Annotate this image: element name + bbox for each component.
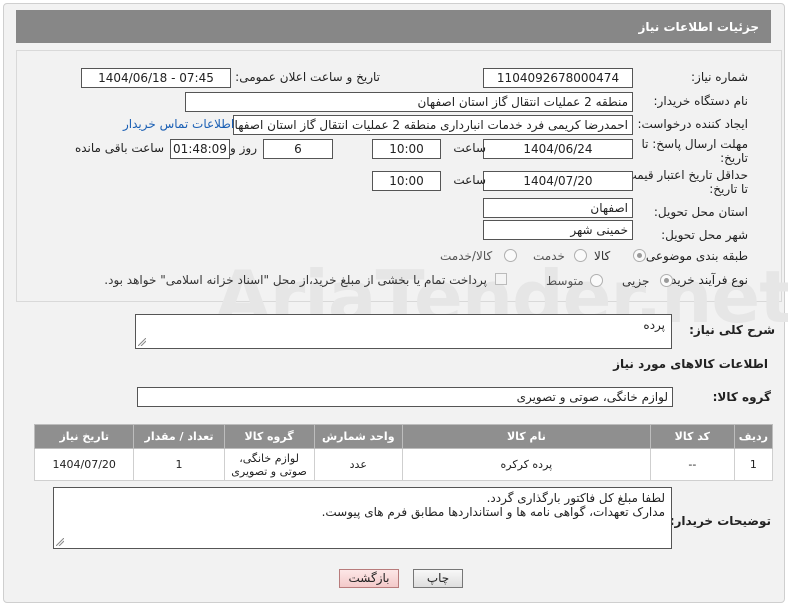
goods-group-field: لوازم خانگی، صوتی و تصویری (137, 387, 673, 407)
description-textarea[interactable]: پرده (135, 314, 672, 349)
process-radio-minor[interactable] (660, 274, 673, 287)
cell-row: 1 (733, 448, 774, 481)
goods-section-title: اطلاعات کالاهای مورد نیاز (613, 357, 768, 371)
deadline-date-field: 1404/06/24 (483, 139, 633, 159)
requester-label: ایجاد کننده درخواست: (637, 117, 748, 131)
col-date: تاریخ نیاز (33, 424, 135, 449)
city-label: شهر محل تحویل: (661, 228, 748, 242)
buyer-contact-link[interactable]: اطلاعات تماس خریدار (123, 117, 234, 131)
process-radio-medium[interactable] (590, 274, 603, 287)
process-label: نوع فرآیند خرید : (663, 273, 748, 287)
buyer-org-label: نام دستگاه خریدار: (653, 94, 749, 108)
price-validity-time-field: 10:00 (372, 171, 441, 191)
cell-code: -- (649, 448, 735, 481)
buyer-notes-label: توضیحات خریدار: (669, 514, 771, 528)
treasury-checkbox-label: پرداخت تمام یا بخشی از مبلغ خرید،از محل … (104, 273, 487, 287)
col-unit: واحد شمارش (313, 424, 403, 449)
col-group: گروه کالا (223, 424, 315, 449)
goods-table-header: ردیف کد کالا نام کالا واحد شمارش گروه کا… (33, 424, 774, 449)
process-option-medium: متوسط (546, 274, 584, 288)
category-option-service: خدمت (533, 249, 565, 263)
province-label: استان محل تحویل: (653, 205, 748, 219)
province-field: اصفهان (483, 198, 633, 218)
need-number-label: شماره نیاز: (691, 70, 748, 84)
page-title: جزئیات اطلاعات نیاز (638, 19, 759, 34)
resize-grip-icon[interactable] (138, 338, 146, 346)
category-radio-service[interactable] (574, 249, 587, 262)
resize-grip-icon[interactable] (56, 538, 64, 546)
page-header: جزئیات اطلاعات نیاز (16, 10, 771, 43)
category-radio-goods-service[interactable] (504, 249, 517, 262)
deadline-days-field: 6 (263, 139, 333, 159)
announce-date-label: تاریخ و ساعت اعلان عمومی: (235, 70, 380, 84)
deadline-time-field: 10:00 (372, 139, 441, 159)
remaining-time-label: ساعت باقی مانده (74, 141, 164, 155)
deadline-label: مهلت ارسال پاسخ: تا تاریخ: (641, 137, 748, 165)
cell-date: 1404/07/20 (33, 448, 135, 481)
category-label: طبقه بندی موضوعی: (641, 249, 748, 263)
back-button[interactable]: بازگشت (339, 569, 399, 588)
category-radio-goods[interactable] (633, 249, 646, 262)
price-validity-date-field: 1404/07/20 (483, 171, 633, 191)
col-row: ردیف (733, 424, 774, 449)
col-code: کد کالا (649, 424, 735, 449)
buyer-notes-textarea[interactable]: لطفا مبلغ کل فاکتور بارگذاری گردد. مدارک… (53, 487, 672, 549)
cell-qty: 1 (133, 448, 225, 481)
deadline-days-label: روز و (230, 141, 257, 155)
buyer-org-field: منطقه 2 عملیات انتقال گاز استان اصفهان (185, 92, 633, 112)
cell-group: لوازم خانگی، صوتی و تصویری (223, 448, 315, 481)
cell-name: پرده کرکره (401, 448, 651, 481)
cell-unit: عدد (313, 448, 403, 481)
treasury-checkbox[interactable] (495, 273, 507, 285)
goods-table: ردیف کد کالا نام کالا واحد شمارش گروه کا… (33, 424, 774, 481)
announce-date-field: 1404/06/18 - 07:45 (81, 68, 231, 88)
category-option-goods-service: کالا/خدمت (440, 249, 493, 263)
description-text: پرده (643, 318, 665, 332)
price-validity-time-label: ساعت (453, 173, 486, 187)
goods-group-label: گروه کالا: (712, 390, 771, 404)
need-number-field: 1104092678000474 (483, 68, 633, 88)
remaining-time-field: 01:48:09 (170, 139, 230, 159)
table-row: 1 -- پرده کرکره عدد لوازم خانگی، صوتی و … (33, 448, 774, 481)
description-label: شرح کلی نیاز: (689, 323, 775, 337)
price-validity-label: حداقل تاریخ اعتبار قیمت: تا تاریخ: (621, 168, 748, 196)
category-option-goods: کالا (594, 249, 611, 263)
col-qty: تعداد / مقدار (133, 424, 225, 449)
buyer-notes-line-1: لطفا مبلغ کل فاکتور بارگذاری گردد. (486, 491, 665, 505)
buyer-notes-line-2: مدارک تعهدات، گواهی نامه ها و استاندارده… (321, 505, 665, 519)
deadline-time-label: ساعت (453, 141, 486, 155)
process-option-minor: جزیی (622, 274, 650, 288)
requester-field: احمدرضا کریمی فرد خدمات انبارداری منطقه … (233, 115, 633, 135)
city-field: خمینی شهر (483, 220, 633, 240)
print-button[interactable]: چاپ (413, 569, 463, 588)
col-name: نام کالا (401, 424, 651, 449)
